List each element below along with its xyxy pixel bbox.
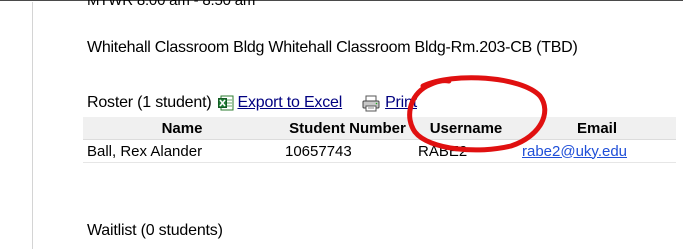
meeting-time: MTWR 8:00 am - 8:50 am [87,0,256,9]
username-cell: RABE2 [414,139,518,163]
excel-icon[interactable] [218,95,234,111]
roster-toolbar: Roster (1 student) Export to Excel Print [87,94,417,112]
roster-title: Roster (1 student) [87,94,212,111]
waitlist-title: Waitlist (0 students) [87,222,223,239]
printer-icon[interactable] [362,95,380,112]
table-row: Ball, Rex Alander 10657743 RABE2 rabe2@u… [83,139,676,163]
student-number-cell: 10657743 [281,139,414,163]
print-link[interactable]: Print [385,94,417,112]
meeting-location: Whitehall Classroom Bldg Whitehall Class… [87,39,578,56]
student-name-cell: Ball, Rex Alander [83,139,281,163]
email-cell: rabe2@uky.edu [518,139,676,163]
roster-table: Name Student Number Username Email Ball,… [83,117,676,163]
column-header-student-number[interactable]: Student Number [281,117,414,140]
table-header-row: Name Student Number Username Email [83,117,676,140]
export-to-excel-link[interactable]: Export to Excel [237,94,342,112]
course-section-panel: MTWR 8:00 am - 8:50 am Whitehall Classro… [0,0,683,249]
left-divider [32,2,33,249]
column-header-name[interactable]: Name [83,117,281,140]
column-header-email[interactable]: Email [518,117,676,140]
column-header-username[interactable]: Username [414,117,518,140]
email-link[interactable]: rabe2@uky.edu [522,143,627,160]
